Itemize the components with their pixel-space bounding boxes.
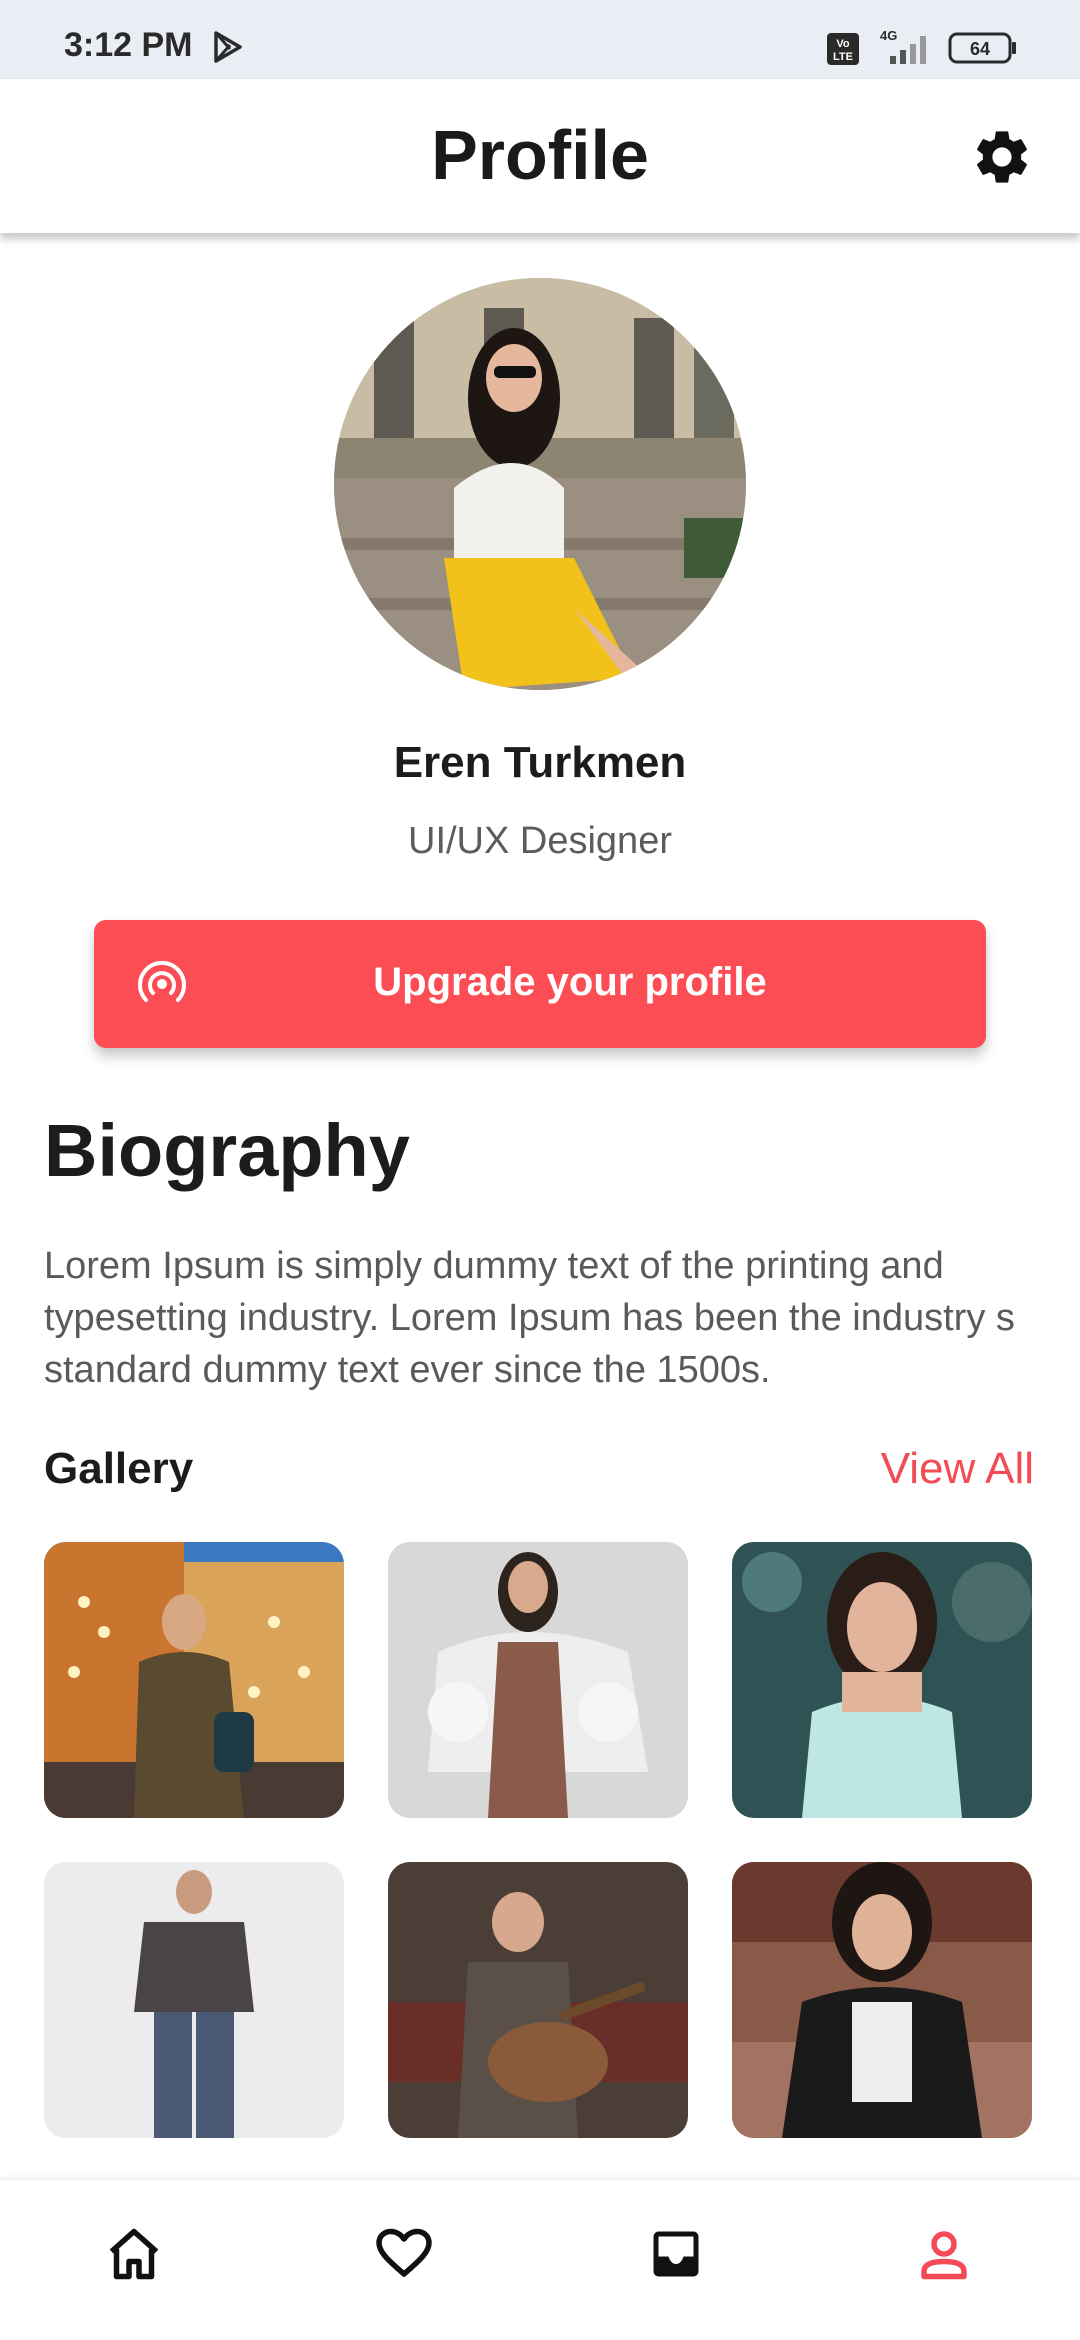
svg-text:Vo: Vo: [836, 38, 850, 50]
battery-level: 64: [970, 39, 990, 59]
profile-role: UI/UX Designer: [408, 820, 672, 862]
profile-name: Eren Turkmen: [393, 738, 687, 787]
avatar[interactable]: [334, 278, 746, 690]
inbox-icon[interactable]: [646, 2224, 706, 2284]
status-time: 3:12 PM: [64, 26, 193, 64]
view-all-link[interactable]: View All: [881, 1444, 1034, 1494]
heart-icon[interactable]: [374, 2224, 434, 2284]
svg-text:4G: 4G: [880, 28, 897, 43]
person-icon[interactable]: [914, 2224, 974, 2284]
play-store-icon: [214, 31, 242, 63]
gallery-photo[interactable]: [732, 1862, 1032, 2138]
gallery-photo[interactable]: [44, 1862, 344, 2138]
home-icon[interactable]: [104, 2224, 164, 2284]
page-title: Profile: [431, 116, 649, 194]
gallery-title: Gallery: [44, 1444, 194, 1493]
signal-icon: 4G: [880, 28, 926, 64]
status-bar: 3:12 PM Vo LTE 4G 64: [0, 0, 1080, 79]
upgrade-label: Upgrade your profile: [373, 960, 767, 1004]
gear-icon[interactable]: [970, 125, 1034, 189]
biography-title: Biography: [44, 1109, 410, 1192]
avatar-photo: [334, 278, 746, 690]
gallery-photo[interactable]: [44, 1542, 344, 1818]
bottom-nav: [0, 2180, 1080, 2340]
biography-text: Lorem Ipsum is simply dummy text of the …: [44, 1245, 1015, 1391]
battery-icon: 64: [948, 32, 1016, 64]
svg-text:LTE: LTE: [833, 51, 853, 63]
gallery-photo[interactable]: [388, 1862, 688, 2138]
gallery-photo[interactable]: [388, 1542, 688, 1818]
gallery-photo[interactable]: [732, 1542, 1032, 1818]
volte-icon: Vo LTE: [827, 33, 859, 65]
app-bar: Profile: [0, 79, 1080, 233]
upgrade-profile-button[interactable]: Upgrade your profile: [94, 920, 986, 1048]
